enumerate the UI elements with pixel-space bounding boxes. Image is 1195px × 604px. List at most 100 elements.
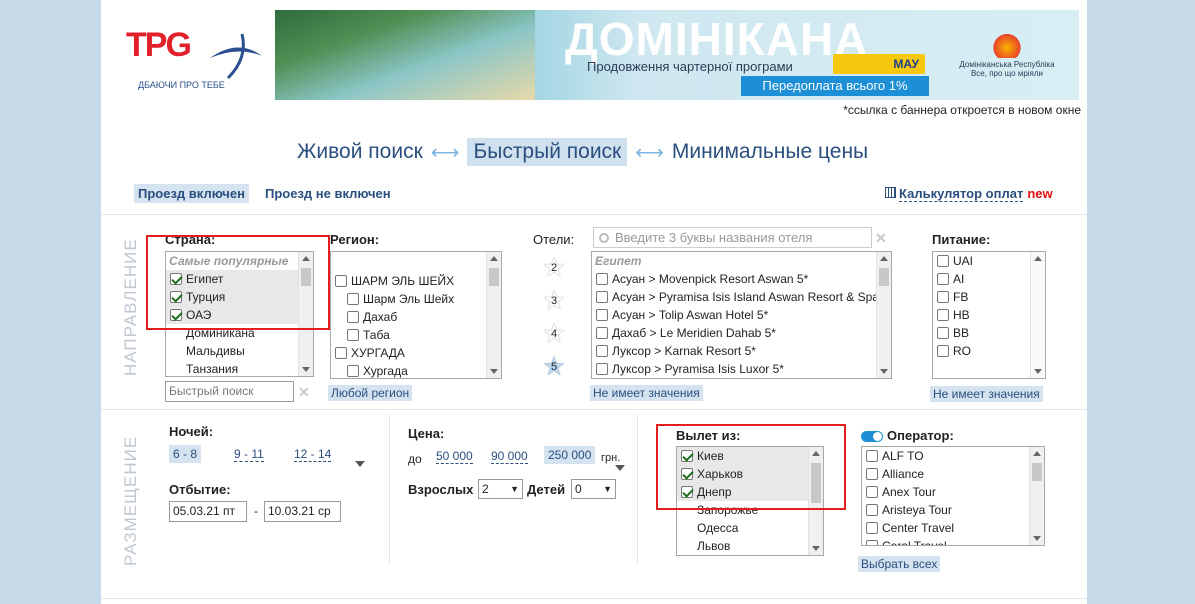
tab-transport-not-included[interactable]: Проезд не включен [265, 186, 391, 201]
checkbox[interactable] [347, 311, 359, 323]
dominican-logo-icon [991, 32, 1023, 58]
region-item[interactable]: ШАРМ ЭЛЬ ШЕЙХ [331, 272, 501, 290]
operator-toggle[interactable] [861, 431, 883, 443]
price-option-3[interactable]: 250 000 [544, 446, 596, 464]
tpg-logo[interactable]: TPG ДБАЮЧИ ПРО ТЕБЕ [126, 18, 266, 98]
checkbox[interactable] [866, 486, 878, 498]
region-item[interactable]: Дахаб [331, 308, 501, 326]
country-item[interactable]: Танзания [166, 360, 313, 376]
hotel-item[interactable]: Дахаб > Le Meridien Dahab 5* [592, 324, 891, 342]
any-region-button[interactable]: Любой регион [328, 385, 413, 401]
region-list[interactable]: ШАРМ ЭЛЬ ШЕЙХ Шарм Эль Шейх Дахаб Таба ХУРГА… [330, 251, 502, 379]
food-item[interactable]: UAI [933, 252, 1045, 270]
price-option-1[interactable]: 50 000 [436, 449, 473, 464]
kids-select[interactable]: 0 ▼ [571, 479, 616, 499]
checkbox[interactable] [347, 329, 359, 341]
chevron-down-icon[interactable] [615, 465, 625, 471]
highlight-frame [656, 424, 846, 510]
payment-calculator[interactable]: Калькулятор оплат new [885, 186, 1053, 202]
checkbox[interactable] [596, 363, 608, 375]
food-item[interactable]: FB [933, 288, 1045, 306]
checkbox[interactable] [596, 309, 608, 321]
scrollbar[interactable] [876, 252, 891, 378]
checkbox[interactable] [347, 293, 359, 305]
search-modes: Живой поиск ⟷ Быстрый поиск ⟷ Минимальны… [297, 138, 868, 166]
hotel-item[interactable]: Луксор > Pyramisa Isis Luxor 5* [592, 360, 891, 378]
checkbox[interactable] [866, 504, 878, 516]
food-item[interactable]: RO [933, 342, 1045, 360]
food-item[interactable]: HB [933, 306, 1045, 324]
region-item[interactable]: ХУРГАДА [331, 344, 501, 362]
food-item[interactable]: BB [933, 324, 1045, 342]
food-item[interactable]: AI [933, 270, 1045, 288]
hotel-list[interactable]: Египет Асуан > Movenpick Resort Aswan 5*… [591, 251, 892, 379]
region-item[interactable]: Шарм Эль Шейх [331, 290, 501, 308]
operator-item[interactable]: Anex Tour [862, 483, 1044, 501]
date-from-input[interactable]: 05.03.21 пт [169, 501, 247, 522]
promo-banner[interactable]: ДОМІНІКАНА Продовження чартерної програм… [275, 10, 1079, 100]
date-to-input[interactable]: 10.03.21 ср [264, 501, 341, 522]
mode-live[interactable]: Живой поиск [297, 140, 423, 164]
checkbox[interactable] [937, 345, 949, 357]
checkbox[interactable] [596, 327, 608, 339]
checkbox[interactable] [937, 255, 949, 267]
country-item[interactable]: Мальдивы [166, 342, 313, 360]
star-2-icon[interactable]: ★ 2 [540, 253, 568, 281]
hotel-item[interactable]: Асуан > Pyramisa Isis Island Aswan Resor… [592, 288, 891, 306]
operator-item[interactable]: Center Travel [862, 519, 1044, 537]
scrollbar[interactable] [1029, 447, 1044, 545]
highlight-frame [146, 235, 330, 330]
checkbox[interactable] [596, 345, 608, 357]
checkbox[interactable] [937, 309, 949, 321]
checkbox[interactable] [596, 291, 608, 303]
price-option-2[interactable]: 90 000 [491, 449, 528, 464]
city-item[interactable]: Одесса [677, 519, 823, 537]
checkbox[interactable] [866, 450, 878, 462]
select-all-operators[interactable]: Выбрать всех [858, 556, 941, 572]
hotel-any-button[interactable]: Не имеет значения [590, 385, 703, 401]
checkbox[interactable] [347, 365, 359, 377]
clear-icon[interactable]: ✕ [875, 230, 887, 247]
nights-option-1[interactable]: 6 - 8 [169, 445, 202, 463]
star-5-icon[interactable]: ★ 5 [540, 352, 568, 380]
checkbox[interactable] [335, 275, 347, 287]
operator-list[interactable]: ALF TO Alliance Anex Tour Aristeya Tour Cent… [861, 446, 1045, 546]
price-prefix: до [408, 452, 422, 466]
operator-item[interactable]: ALF TO [862, 447, 1044, 465]
double-arrow-icon: ⟷ [430, 141, 460, 164]
operator-item[interactable]: Coral Travel [862, 537, 1044, 545]
checkbox[interactable] [866, 522, 878, 534]
operator-item[interactable]: Aristeya Tour [862, 501, 1044, 519]
checkbox[interactable] [937, 273, 949, 285]
mode-quick[interactable]: Быстрый поиск [467, 138, 628, 166]
adults-select[interactable]: 2 ▼ [478, 479, 523, 499]
checkbox[interactable] [866, 540, 878, 545]
checkbox[interactable] [335, 347, 347, 359]
hotel-item[interactable]: Асуан > Movenpick Resort Aswan 5* [592, 270, 891, 288]
nights-option-3[interactable]: 12 - 14 [294, 447, 332, 462]
country-quick-search[interactable]: Быстрый поиск [165, 381, 294, 402]
checkbox[interactable] [937, 291, 949, 303]
clear-icon[interactable]: ✕ [298, 384, 310, 401]
star-4-icon[interactable]: ★ 4 [540, 319, 568, 347]
region-item[interactable]: Таба [331, 326, 501, 344]
food-any-button[interactable]: Не имеет значения [930, 386, 1043, 402]
mode-min-prices[interactable]: Минимальные цены [672, 140, 868, 164]
tab-transport-included[interactable]: Проезд включен [134, 184, 249, 203]
checkbox[interactable] [596, 273, 608, 285]
checkbox[interactable] [866, 468, 878, 480]
food-list[interactable]: UAI AI FB HB BB RO [932, 251, 1046, 379]
hotel-item[interactable]: Луксор > Karnak Resort 5* [592, 342, 891, 360]
city-item[interactable]: Львов [677, 537, 823, 555]
hotel-search-input[interactable]: Введите 3 буквы названия отеля [593, 227, 872, 248]
region-item[interactable]: Хургада [331, 362, 501, 378]
nights-option-2[interactable]: 9 - 11 [234, 447, 264, 462]
star-3-icon[interactable]: ★ 3 [540, 286, 568, 314]
scrollbar[interactable] [1030, 252, 1045, 378]
chevron-down-icon[interactable] [355, 461, 365, 467]
operator-item[interactable]: Alliance [862, 465, 1044, 483]
checkbox[interactable] [937, 327, 949, 339]
scrollbar[interactable] [486, 252, 501, 378]
hotel-item[interactable]: Асуан > Tolip Aswan Hotel 5* [592, 306, 891, 324]
price-label: Цена: [408, 426, 445, 441]
